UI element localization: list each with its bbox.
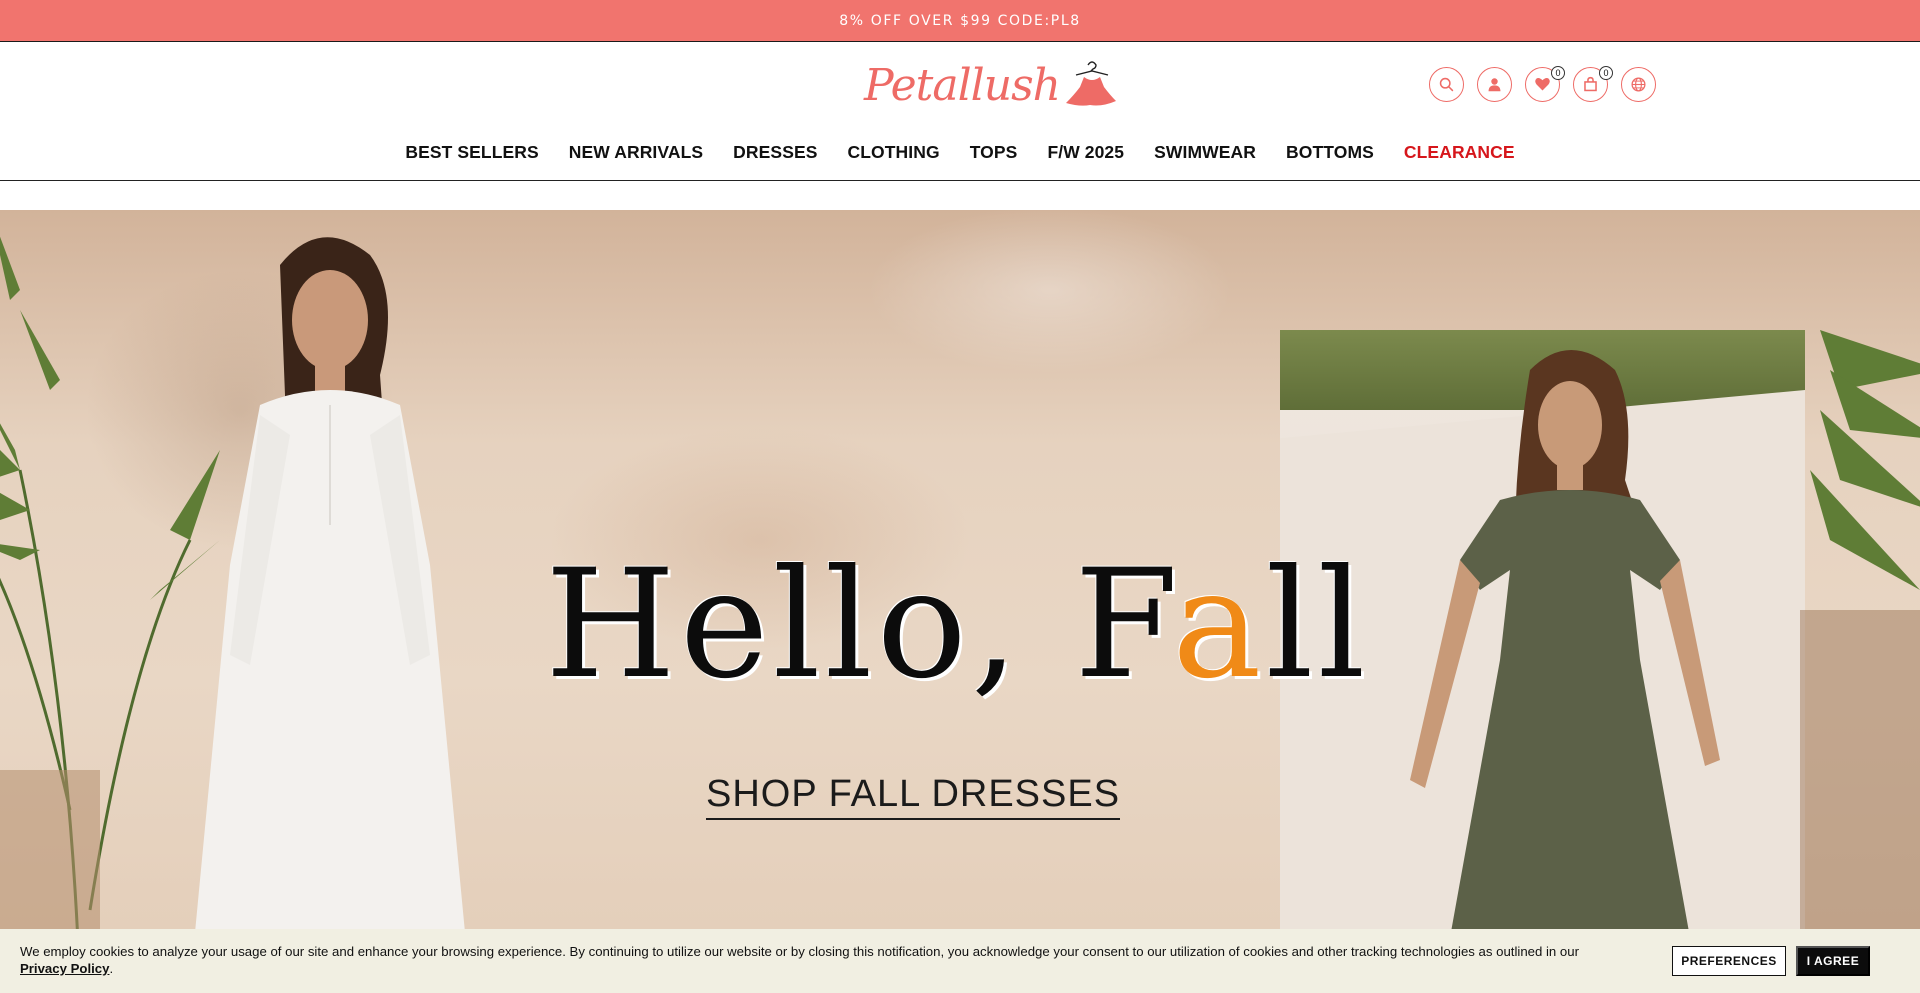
header-actions: 0 0 <box>1429 66 1656 102</box>
hero-headline-accent: a <box>1172 538 1266 712</box>
search-button[interactable] <box>1429 67 1464 102</box>
account-button[interactable] <box>1477 67 1512 102</box>
promo-banner[interactable]: 8% OFF OVER $99 CODE:PL8 <box>0 0 1920 42</box>
nav-swimwear[interactable]: SWIMWEAR <box>1139 142 1271 163</box>
nav-dresses[interactable]: DRESSES <box>718 142 832 163</box>
search-icon <box>1439 77 1454 92</box>
privacy-policy-link[interactable]: Privacy Policy <box>20 961 109 976</box>
shopping-bag-icon <box>1584 76 1597 92</box>
hero-banner[interactable]: Hello, Fall SHOP FALL DRESSES <box>0 210 1920 993</box>
model-white-lace-dress-image <box>190 237 470 985</box>
globe-icon <box>1631 77 1646 92</box>
brand-logo-text: Petallush <box>864 59 1061 111</box>
nav-bottoms[interactable]: BOTTOMS <box>1271 142 1389 163</box>
cookie-message-text: We employ cookies to analyze your usage … <box>20 944 1579 959</box>
nav-clothing[interactable]: CLOTHING <box>833 142 955 163</box>
cookie-message: We employ cookies to analyze your usage … <box>20 943 1670 977</box>
language-button[interactable] <box>1621 67 1656 102</box>
cookie-consent-banner: We employ cookies to analyze your usage … <box>0 929 1920 993</box>
heart-icon <box>1535 77 1550 91</box>
cart-button[interactable]: 0 <box>1573 66 1613 102</box>
nav-clearance[interactable]: CLEARANCE <box>1389 142 1530 163</box>
site-header: Petallush 0 0 BEST SELLERS NEW ARRIVALS … <box>0 43 1920 181</box>
dress-hanger-icon <box>1065 61 1116 106</box>
hero-headline-start: Hello, F <box>545 538 1173 712</box>
model-olive-smocked-dress-image <box>1410 350 1720 993</box>
nav-fw-2025[interactable]: F/W 2025 <box>1032 142 1139 163</box>
wishlist-button[interactable]: 0 <box>1525 66 1565 102</box>
promo-text: 8% OFF OVER $99 CODE:PL8 <box>839 12 1081 29</box>
nav-tops[interactable]: TOPS <box>955 142 1033 163</box>
brand-logo[interactable]: Petallush <box>864 57 1118 113</box>
hero-headline-end: ll <box>1265 538 1370 712</box>
nav-best-sellers[interactable]: BEST SELLERS <box>390 142 553 163</box>
palm-plant-right-image <box>1800 330 1920 993</box>
user-icon <box>1488 78 1501 92</box>
cookie-agree-button[interactable]: I AGREE <box>1796 946 1870 976</box>
hero-headline: Hello, Fall <box>545 550 1365 700</box>
main-navigation: BEST SELLERS NEW ARRIVALS DRESSES CLOTHI… <box>0 142 1920 163</box>
wishlist-count-badge: 0 <box>1551 66 1565 80</box>
cookie-preferences-button[interactable]: PREFERENCES <box>1672 946 1786 976</box>
shop-fall-dresses-link[interactable]: SHOP FALL DRESSES <box>706 773 1121 820</box>
cart-count-badge: 0 <box>1599 66 1613 80</box>
nav-new-arrivals[interactable]: NEW ARRIVALS <box>554 142 718 163</box>
cookie-message-suffix: . <box>109 961 114 976</box>
